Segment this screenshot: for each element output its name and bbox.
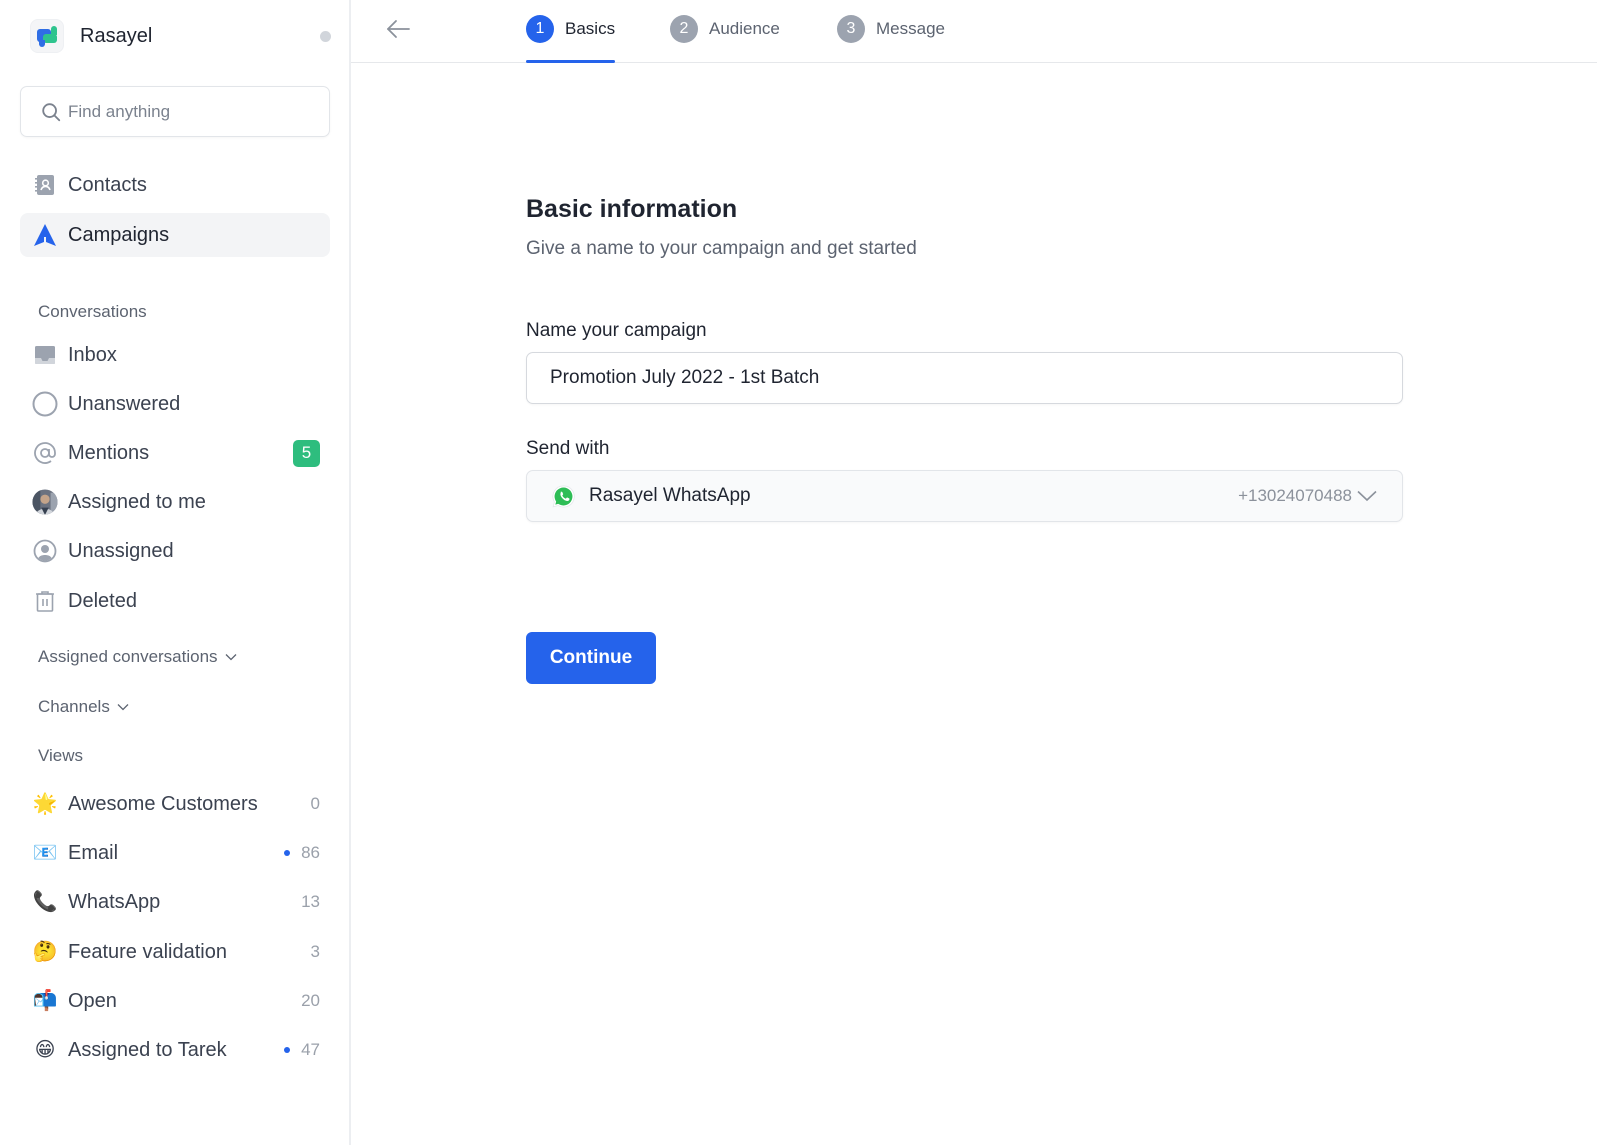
search-icon [42,102,61,121]
chevron-down-icon [117,704,129,711]
basic-information-form: Basic information Give a name to your ca… [526,195,1403,684]
mentions-count-badge: 5 [293,439,320,467]
workspace-name: Rasayel [80,24,153,47]
sidebar-item-label: Contacts [68,173,147,196]
step-label: Message [876,18,945,38]
glowing-star-icon: 🌟 [32,793,58,815]
form-title: Basic information [526,195,738,223]
continue-button[interactable]: Continue [526,632,656,684]
view-label: Feature validation [68,940,227,963]
section-channels-toggle[interactable]: Channels [38,697,129,717]
sidebar-item-label: Campaigns [68,223,170,246]
email-icon: 📧 [32,842,58,864]
sidebar-item-inbox[interactable]: Inbox [20,333,330,377]
sidebar-item-assigned-to-me[interactable]: Assigned to me [20,480,330,524]
back-arrow-icon[interactable] [385,17,411,41]
send-with-value: Rasayel WhatsApp [589,485,751,506]
sidebar-item-contacts[interactable]: Contacts [20,163,330,207]
view-count: 86 [301,843,320,862]
at-icon [32,440,58,466]
status-dot-icon[interactable] [320,31,331,42]
view-item[interactable]: 📬 Open 20 [20,979,330,1023]
view-item[interactable]: 😁 Assigned to Tarek 47 [20,1028,330,1072]
campaign-name-label: Name your campaign [526,320,707,341]
sidebar-item-label: Deleted [68,589,137,612]
campaigns-icon [32,222,58,248]
view-item[interactable]: 📞 WhatsApp 13 [20,880,330,924]
sidebar-item-unassigned[interactable]: Unassigned [20,529,330,573]
section-label: Channels [38,697,110,716]
avatar-icon [32,489,58,515]
view-label: Awesome Customers [68,792,258,815]
sidebar-item-label: Assigned to me [68,490,206,513]
view-count: 20 [301,991,320,1010]
view-count: 47 [301,1040,320,1059]
search-input[interactable]: Find anything [20,86,330,137]
wizard-header: 1 Basics 2 Audience 3 Message [351,0,1597,63]
step-label: Basics [565,18,616,38]
step-message-tab[interactable]: 3 Message [837,0,945,63]
rasayel-logo-icon [31,20,63,52]
inbox-icon [32,342,58,368]
view-item[interactable]: 🌟 Awesome Customers 0 [20,782,330,826]
view-item[interactable]: 🤔 Feature validation 3 [20,930,330,974]
view-label: Open [68,989,117,1012]
sidebar-item-campaigns[interactable]: Campaigns [20,213,330,257]
section-label: Assigned conversations [38,647,218,666]
view-label: Assigned to Tarek [68,1038,227,1061]
contacts-icon [32,172,58,198]
step-number: 3 [837,14,865,43]
view-label: Email [68,841,119,864]
trash-icon [32,588,58,614]
section-assigned-conversations-toggle[interactable]: Assigned conversations [38,647,237,667]
chevron-down-icon [225,654,237,661]
grinning-face-icon: 😁 [34,1039,56,1061]
main-content: 1 Basics 2 Audience 3 Message Basic info… [351,0,1597,1145]
view-item[interactable]: 📧 Email 86 [20,831,330,875]
view-count: 0 [310,794,320,813]
sidebar-item-deleted[interactable]: Deleted [20,579,330,623]
send-with-select[interactable]: Rasayel WhatsApp +13024070488 [526,470,1403,522]
step-number: 2 [670,14,698,43]
send-with-phone: +13024070488 [1238,486,1352,505]
sidebar-item-label: Unanswered [68,392,181,415]
sidebar-item-unanswered[interactable]: Unanswered [20,382,330,426]
sidebar-item-mentions[interactable]: Mentions 5 [20,431,330,475]
chevron-down-icon [1357,490,1377,502]
workspace-header[interactable]: Rasayel [31,20,331,52]
sidebar-item-label: Inbox [68,343,117,366]
phone-icon: 📞 [32,891,58,913]
unread-dot-icon [284,850,291,856]
search-placeholder: Find anything [68,101,171,121]
mailbox-icon: 📬 [32,990,58,1012]
sidebar-item-label: Unassigned [68,539,174,562]
unread-dot-icon [284,1047,291,1053]
user-circle-icon [32,538,58,564]
form-subtitle: Give a name to your campaign and get sta… [526,238,917,259]
sidebar-item-label: Mentions [68,441,150,464]
sidebar: Rasayel Find anything Contacts Campaigns… [0,0,351,1145]
send-with-label: Send with [526,438,610,459]
step-number: 1 [526,14,554,43]
whatsapp-icon [552,485,575,507]
section-views: Views [38,746,84,765]
step-audience-tab[interactable]: 2 Audience [670,0,780,63]
step-basics-tab[interactable]: 1 Basics [526,0,616,63]
circle-icon [32,391,58,417]
view-label: WhatsApp [68,890,161,913]
view-count: 13 [301,892,320,911]
campaign-name-input[interactable] [526,352,1403,404]
thinking-face-icon: 🤔 [32,941,58,963]
step-label: Audience [709,18,780,38]
section-conversations: Conversations [38,302,147,321]
view-count: 3 [310,942,320,961]
